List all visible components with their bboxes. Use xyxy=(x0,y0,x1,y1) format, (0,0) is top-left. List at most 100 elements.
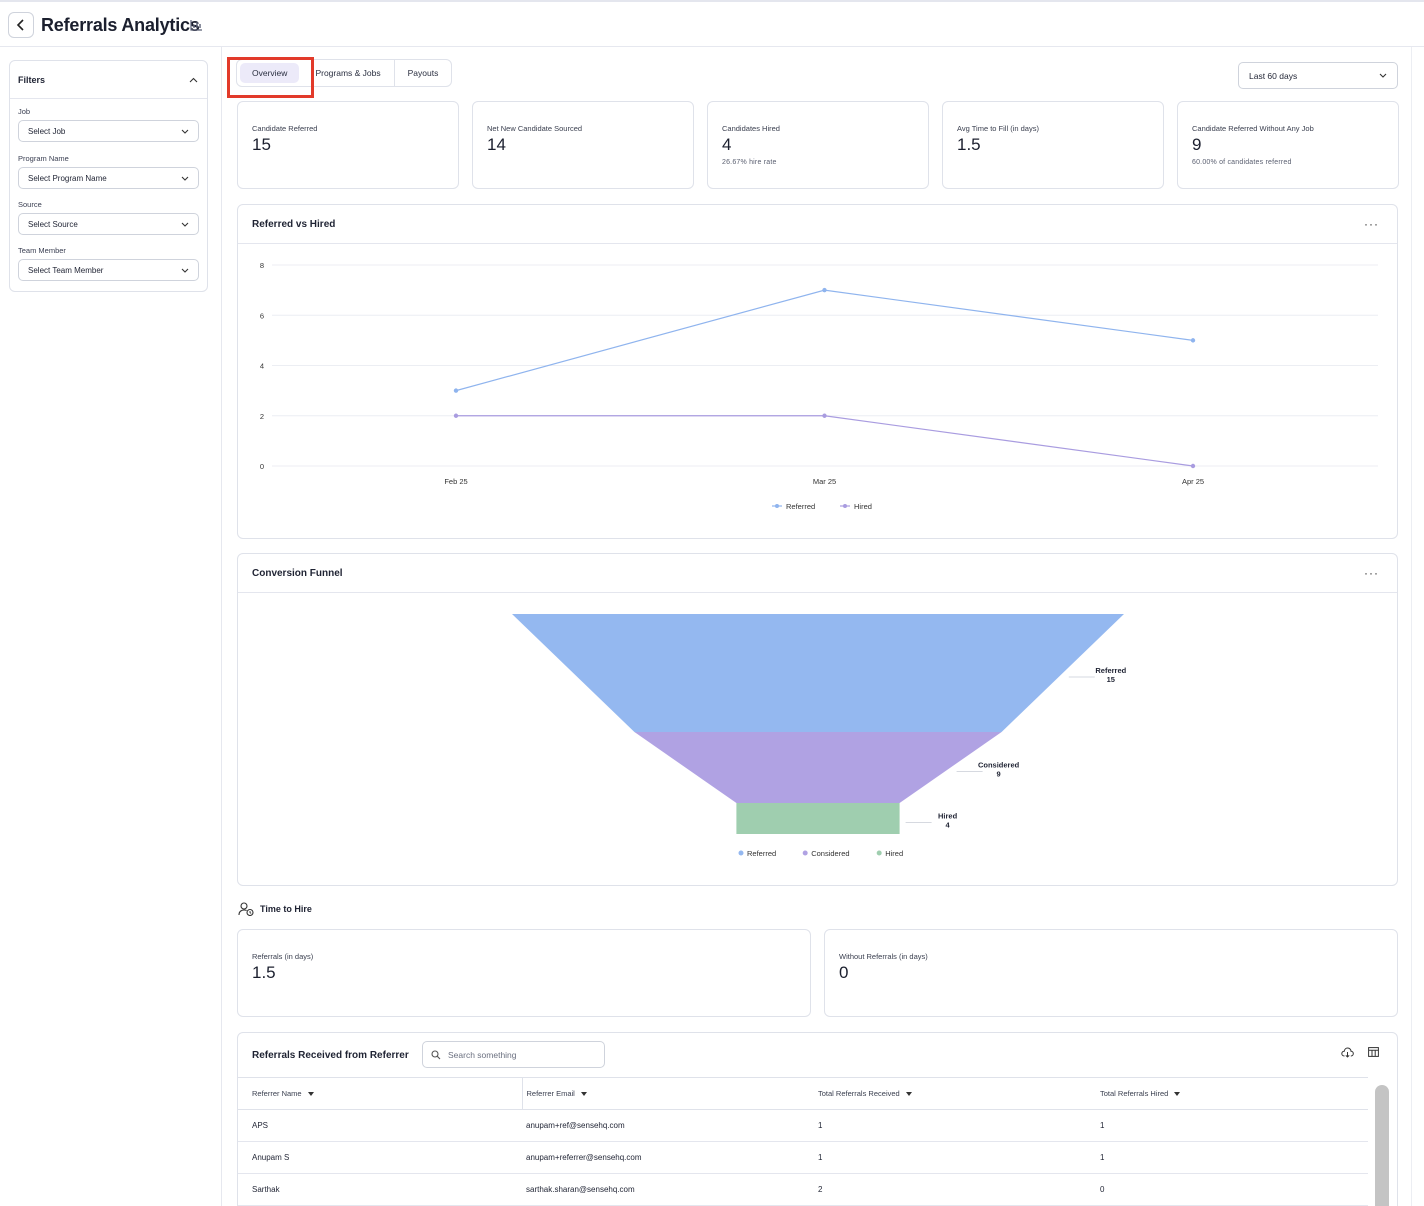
cell-total-received: 1 xyxy=(804,1141,1086,1174)
conversion-funnel-card: Conversion Funnel ··· Referred 15 Consider… xyxy=(237,553,1398,886)
kpi-label: Avg Time to Fill (in days) xyxy=(957,124,1039,133)
sort-icon[interactable] xyxy=(1174,1092,1181,1097)
funnel-chart: Referred15Considered9Hired4Referred Consi… xyxy=(512,614,1127,858)
column-header-referrer-email[interactable]: Referrer Email xyxy=(521,1077,804,1110)
referrer-table: Referrer Name Referrer Email Total Refer… xyxy=(238,1077,1368,1206)
legend-marker xyxy=(738,850,744,856)
column-header-referrer-name[interactable]: Referrer Name xyxy=(238,1077,522,1110)
select-placeholder: Select Source xyxy=(28,219,78,229)
cell-total-hired: 1 xyxy=(1086,1109,1368,1142)
filter-label: Program Name xyxy=(18,154,69,163)
sort-icon[interactable] xyxy=(580,1092,587,1097)
y-tick-label: 8 xyxy=(260,261,264,270)
legend-label: Hired xyxy=(885,849,903,858)
legend-marker xyxy=(843,504,847,508)
chevron-up-icon[interactable] xyxy=(189,77,198,83)
column-header-total-received[interactable]: Total Referrals Received xyxy=(804,1077,1086,1110)
program-select[interactable]: Select Program Name xyxy=(18,167,199,189)
table-settings-icon[interactable] xyxy=(1368,1047,1379,1057)
series-line-hired xyxy=(456,415,1194,467)
funnel-stage-value: 4 xyxy=(946,821,951,830)
x-tick-label: Feb 25 xyxy=(444,477,467,486)
kpi-value: 1.5 xyxy=(957,135,981,154)
kpi-value: 9 xyxy=(1192,135,1202,154)
date-range-select[interactable]: Last 60 days xyxy=(1238,62,1398,89)
funnel-stage-label: Referred xyxy=(1095,666,1126,675)
kpi-value: 4 xyxy=(722,135,732,154)
kpi-card: Net New Candidate Sourced 14 xyxy=(472,101,694,189)
chevron-left-icon xyxy=(16,19,24,31)
sort-icon[interactable] xyxy=(307,1092,314,1097)
line-chart: 0 2 4 6 8 Feb 25 Mar 25 Apr 25 Referred Hired xyxy=(260,261,1378,511)
legend-label: Referred xyxy=(786,502,815,511)
kpi-value: 1.5 xyxy=(252,963,276,982)
chevron-down-icon xyxy=(1379,73,1387,78)
page-scrollbar[interactable] xyxy=(1411,47,1424,1206)
job-select[interactable]: Select Job xyxy=(18,120,199,142)
y-tick-label: 6 xyxy=(260,311,264,320)
column-label: Referrer Name xyxy=(252,1089,302,1098)
kpi-label: Candidates Hired xyxy=(722,124,780,133)
kpi-label: Referrals (in days) xyxy=(252,952,314,961)
table-row[interactable]: APS anupam+ref@sensehq.com 1 1 xyxy=(238,1109,1368,1142)
kpi-label: Candidate Referred xyxy=(252,124,318,133)
funnel-stage-label: Considered xyxy=(978,761,1020,770)
source-select[interactable]: Select Source xyxy=(18,213,199,235)
kpi-label: Net New Candidate Sourced xyxy=(487,124,583,133)
filters-header[interactable]: Filters xyxy=(10,61,207,99)
y-tick-label: 0 xyxy=(260,462,264,471)
table-scrollbar[interactable] xyxy=(1368,1077,1397,1206)
funnel-stage-label: Hired xyxy=(938,812,958,821)
more-options-icon[interactable]: ··· xyxy=(1364,566,1379,580)
y-tick-label: 2 xyxy=(260,412,264,421)
referrer-table-card: Referrals Received from Referrer Search … xyxy=(237,1032,1398,1206)
table-row[interactable]: Anupam S anupam+referrer@sensehq.com 1 1 xyxy=(238,1141,1368,1174)
kpi-value: 14 xyxy=(487,135,506,154)
filter-source: Source Select Source xyxy=(18,200,199,235)
bar-chart-icon xyxy=(190,20,202,31)
search-icon xyxy=(431,1049,441,1059)
sidebar: Filters Job Select Job Program Name Sele… xyxy=(0,47,222,1206)
search-input[interactable]: Search something xyxy=(422,1041,605,1068)
cell-total-hired: 1 xyxy=(1086,1141,1368,1174)
team-member-select[interactable]: Select Team Member xyxy=(18,259,199,281)
scrollbar-thumb[interactable] xyxy=(1375,1085,1389,1206)
chevron-down-icon xyxy=(181,222,189,227)
x-tick-label: Mar 25 xyxy=(813,477,836,486)
select-placeholder: Select Job xyxy=(28,126,66,136)
data-point-hired xyxy=(822,413,827,418)
more-options-icon[interactable]: ··· xyxy=(1364,217,1379,231)
y-tick-label: 4 xyxy=(260,362,264,371)
column-label: Referrer Email xyxy=(526,1089,575,1098)
cell-referrer-email: sarthak.sharan@sensehq.com xyxy=(522,1173,804,1206)
sort-icon[interactable] xyxy=(905,1092,912,1097)
kpi-subtext: 26.67% hire rate xyxy=(722,159,777,166)
kpi-label: Candidate Referred Without Any Job xyxy=(1192,124,1314,133)
filter-team-member: Team Member Select Team Member xyxy=(18,246,199,281)
funnel-segment-considered xyxy=(634,732,1002,803)
filter-label: Job xyxy=(18,107,31,116)
column-header-total-hired[interactable]: Total Referrals Hired xyxy=(1086,1077,1368,1110)
filter-label: Source xyxy=(18,200,42,209)
card-title: Conversion Funnel xyxy=(252,567,343,579)
back-button[interactable] xyxy=(8,12,34,38)
cloud-download-icon[interactable] xyxy=(1341,1047,1354,1058)
filter-job: Job Select Job xyxy=(18,107,199,142)
table-row[interactable]: Sarthak sarthak.sharan@sensehq.com 2 0 xyxy=(238,1173,1368,1206)
chevron-down-icon xyxy=(181,268,189,273)
search-placeholder: Search something xyxy=(448,1049,517,1060)
cell-referrer-name: APS xyxy=(238,1109,522,1142)
cell-referrer-name: Sarthak xyxy=(238,1173,522,1206)
page-title: Referrals Analytics xyxy=(41,15,200,35)
filter-label: Team Member xyxy=(18,246,66,255)
filters-title: Filters xyxy=(18,74,46,85)
kpi-label: Without Referrals (in days) xyxy=(839,952,928,961)
legend-marker xyxy=(775,504,779,508)
kpi-value: 15 xyxy=(252,135,271,154)
time-to-hire-title: Time to Hire xyxy=(260,904,312,914)
kpi-card: Candidate Referred 15 xyxy=(237,101,459,189)
table-actions xyxy=(1341,1047,1379,1058)
filters-panel: Filters Job Select Job Program Name Sele… xyxy=(9,60,208,292)
tab-programs-jobs[interactable]: Programs & Jobs xyxy=(302,60,395,86)
tab-payouts[interactable]: Payouts xyxy=(395,60,452,86)
